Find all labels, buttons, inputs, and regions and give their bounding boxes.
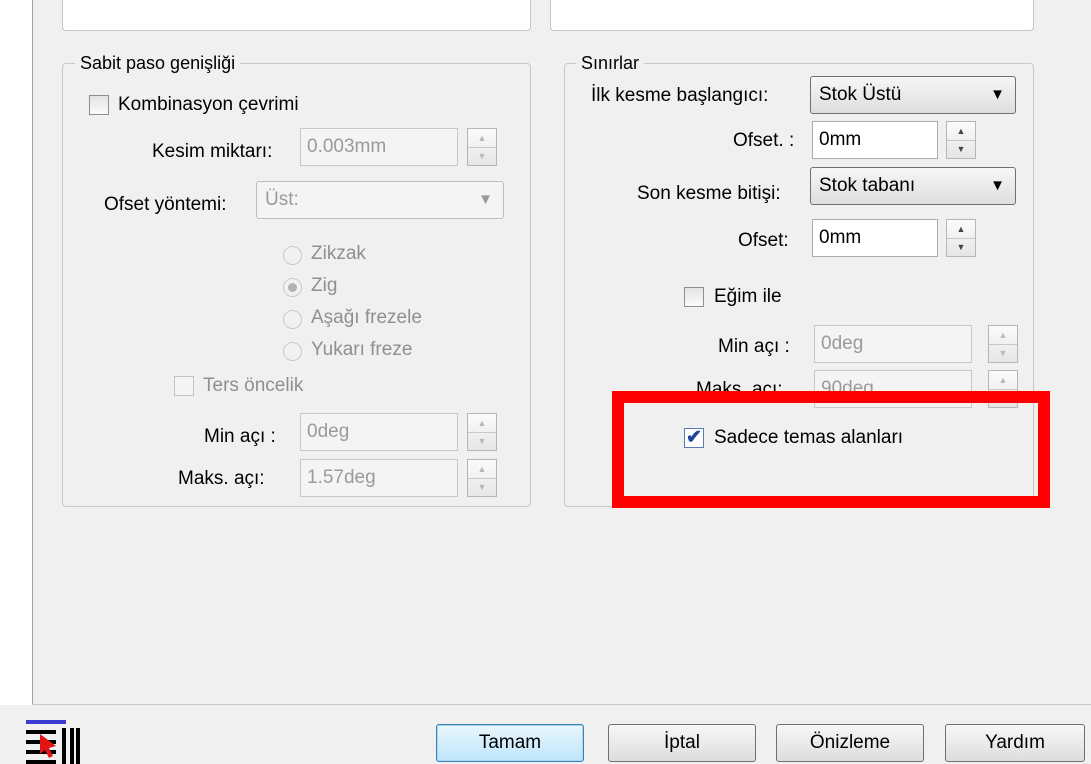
reverse-priority-checkbox[interactable] (174, 376, 194, 396)
left-min-angle-label: Min açı : (204, 426, 276, 447)
spin-down-icon[interactable]: ▼ (468, 432, 496, 450)
left-max-angle-spinner[interactable]: ▲ ▼ (467, 459, 497, 497)
check-icon: ✔ (686, 427, 702, 448)
spin-down-icon[interactable]: ▼ (468, 478, 496, 496)
offset2-label: Ofset: (738, 230, 789, 251)
first-cut-start-value: Stok Üstü (819, 84, 902, 105)
chevron-down-icon: ▼ (478, 191, 493, 208)
spin-up-icon[interactable]: ▲ (989, 371, 1017, 390)
cut-amount-label: Kesim miktarı: (152, 141, 273, 162)
spin-up-icon[interactable]: ▲ (468, 129, 496, 148)
left-min-angle-field[interactable]: 0deg (300, 413, 458, 451)
zigzag-label: Zikzak (311, 243, 366, 264)
zigzag-radio[interactable] (283, 246, 302, 265)
upper-panel-left (62, 0, 531, 31)
spin-up-icon[interactable]: ▲ (947, 122, 975, 141)
preview-button[interactable]: Önizleme (776, 724, 924, 762)
offset2-field[interactable]: 0mm (812, 219, 938, 257)
conventional-milling-radio[interactable] (283, 342, 302, 361)
constant-stepover-group-title: Sabit paso genişliği (75, 53, 241, 73)
chevron-down-icon: ▼ (990, 177, 1005, 194)
combination-cycle-label: Kombinasyon çevrimi (118, 94, 299, 115)
dialog-left-edge (0, 0, 33, 705)
slope-label: Eğim ile (714, 286, 782, 307)
offset1-label: Ofset. : (733, 130, 795, 151)
limits-group-title: Sınırlar (576, 53, 645, 73)
first-cut-start-select[interactable]: Stok Üstü ▼ (810, 76, 1016, 114)
ok-button[interactable]: Tamam (436, 724, 584, 762)
cancel-button[interactable]: İptal (608, 724, 756, 762)
content-divider (32, 704, 1091, 705)
spin-up-icon[interactable]: ▲ (468, 460, 496, 479)
help-button[interactable]: Yardım (945, 724, 1085, 762)
offset1-field[interactable]: 0mm (812, 121, 938, 159)
right-min-angle-field[interactable]: 0deg (814, 325, 972, 363)
contact-areas-only-checkbox[interactable]: ✔ (684, 428, 704, 448)
climb-milling-radio[interactable] (283, 310, 302, 329)
right-min-angle-spinner[interactable]: ▲ ▼ (988, 325, 1018, 363)
spin-down-icon[interactable]: ▼ (989, 344, 1017, 362)
cut-amount-spinner[interactable]: ▲ ▼ (467, 128, 497, 166)
offset1-spinner[interactable]: ▲ ▼ (946, 121, 976, 159)
last-cut-end-value: Stok tabanı (819, 175, 916, 196)
right-min-angle-label: Min açı : (718, 336, 790, 357)
zig-label: Zig (311, 275, 338, 296)
contact-areas-only-label: Sadece temas alanları (714, 427, 904, 448)
left-min-angle-spinner[interactable]: ▲ ▼ (467, 413, 497, 451)
climb-milling-label: Aşağı frezele (311, 307, 422, 328)
last-cut-end-label: Son kesme bitişi: (637, 183, 781, 204)
conventional-milling-label: Yukarı freze (311, 339, 413, 360)
offset2-spinner[interactable]: ▲ ▼ (946, 219, 976, 257)
first-cut-start-label: İlk kesme başlangıcı: (591, 85, 769, 106)
spin-down-icon[interactable]: ▼ (468, 147, 496, 165)
reverse-priority-label: Ters öncelik (203, 375, 304, 396)
spin-down-icon[interactable]: ▼ (947, 140, 975, 158)
table-cursor-icon[interactable] (26, 718, 82, 764)
offset-method-value: Üst: (265, 189, 299, 210)
left-max-angle-label: Maks. açı: (178, 468, 265, 489)
spin-up-icon[interactable]: ▲ (947, 220, 975, 239)
spin-up-icon[interactable]: ▲ (989, 326, 1017, 345)
cut-amount-field[interactable]: 0.003mm (300, 128, 458, 166)
slope-checkbox[interactable] (684, 287, 704, 307)
left-max-angle-field[interactable]: 1.57deg (300, 459, 458, 497)
spin-down-icon[interactable]: ▼ (947, 238, 975, 256)
upper-panel-right (550, 0, 1034, 31)
offset-method-label: Ofset yöntemi: (104, 194, 227, 215)
spin-up-icon[interactable]: ▲ (468, 414, 496, 433)
last-cut-end-select[interactable]: Stok tabanı ▼ (810, 167, 1016, 205)
combination-cycle-checkbox[interactable] (89, 95, 109, 115)
chevron-down-icon: ▼ (990, 86, 1005, 103)
offset-method-select[interactable]: Üst: ▼ (256, 181, 504, 219)
zig-radio[interactable] (283, 278, 302, 297)
